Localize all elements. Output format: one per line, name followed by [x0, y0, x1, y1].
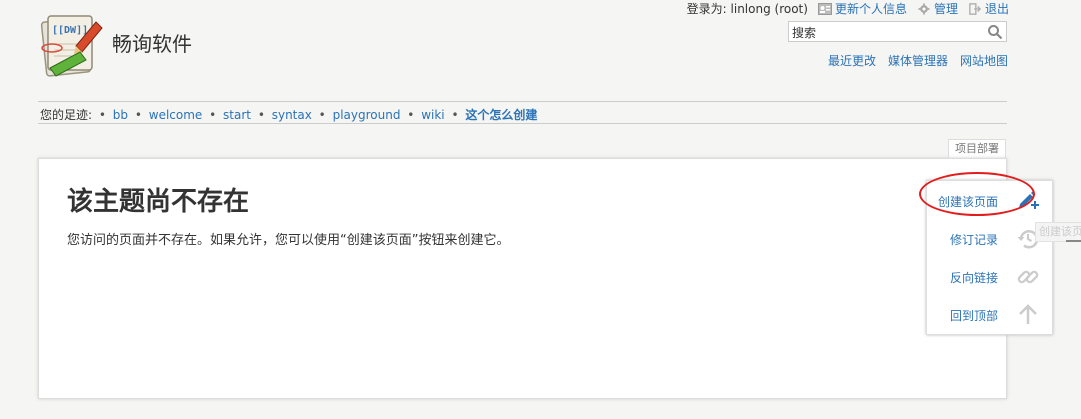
page-id-tab: 项目部署 [948, 139, 1006, 158]
user-tools: 登录为: linlong (root) 更新个人信息 管理 退出 [687, 0, 1009, 17]
update-profile-label: 更新个人信息 [834, 2, 907, 16]
sitemap-link[interactable]: 网站地图 [960, 52, 1008, 69]
back-to-top-button[interactable]: 回到顶部 [927, 297, 1054, 333]
breadcrumb-item-current[interactable]: 这个怎么创建 [465, 108, 537, 122]
page-content: 该主题尚不存在 您访问的页面并不存在。如果允许，您可以使用“创建该页面”按钮来创… [38, 158, 1007, 399]
page-tools: 创建该页面 修订记录 反向链接 回到顶部 [926, 180, 1053, 335]
breadcrumb-item-start[interactable]: start [223, 108, 251, 122]
page-not-exist-message: 您访问的页面并不存在。如果允许，您可以使用“创建该页面”按钮来创建它。 [67, 233, 510, 248]
tooltip-edge [1066, 240, 1081, 242]
breadcrumb-separator: • [407, 108, 415, 122]
page-title: 该主题尚不存在 [67, 187, 250, 217]
breadcrumb-separator: • [451, 108, 459, 122]
breadcrumb: 您的足迹: • bb • welcome • start • syntax • … [40, 106, 537, 123]
logo-text: [[DW]] [52, 25, 88, 36]
breadcrumb-label: 您的足迹: [40, 108, 93, 122]
arrow-up-icon [1019, 304, 1037, 324]
logout-label: 退出 [984, 2, 1009, 16]
site-title[interactable]: 畅询软件 [112, 28, 192, 57]
breadcrumb-item-wiki[interactable]: wiki [421, 108, 444, 122]
breadcrumb-item-syntax[interactable]: syntax [272, 108, 312, 122]
search-form [788, 21, 1007, 43]
breadcrumb-item-bb[interactable]: bb [113, 108, 128, 122]
dokuwiki-page: [[DW]] 畅询软件 登录为: linlong (root) 更新个人信息 管… [0, 0, 1081, 419]
breadcrumb-separator: • [318, 108, 326, 122]
search-icon[interactable] [987, 24, 1003, 40]
login-status: 登录为: linlong (root) [686, 2, 808, 16]
logout-link[interactable]: 退出 [968, 0, 1009, 17]
tooltip: 创建该页面 [1035, 222, 1081, 242]
create-page-icon [1019, 191, 1039, 209]
breadcrumb-separator: • [134, 108, 142, 122]
breadcrumb-item-welcome[interactable]: welcome [149, 108, 203, 122]
header-divider-top [38, 101, 1007, 102]
admin-label: 管理 [933, 2, 958, 16]
admin-link[interactable]: 管理 [917, 0, 958, 17]
breadcrumb-separator: • [257, 108, 265, 122]
breadcrumb-item-playground[interactable]: playground [333, 108, 401, 122]
revisions-label: 修订记录 [949, 232, 998, 247]
site-tools: 最近更改 媒体管理器 网站地图 [828, 52, 1008, 69]
gear-icon [918, 2, 930, 15]
backlinks-button[interactable]: 反向链接 [927, 259, 1054, 295]
backlinks-label: 反向链接 [949, 270, 998, 285]
dokuwiki-logo-icon: [[DW]] [40, 15, 103, 77]
media-manager-link[interactable]: 媒体管理器 [888, 52, 948, 69]
update-profile-link[interactable]: 更新个人信息 [817, 0, 907, 17]
header-divider-bottom [38, 123, 1007, 124]
logout-icon [969, 2, 982, 15]
recent-changes-link[interactable]: 最近更改 [828, 52, 876, 69]
user-card-icon [817, 2, 832, 15]
link-icon [1017, 270, 1039, 284]
search-input[interactable] [789, 23, 985, 43]
create-page-label: 创建该页面 [937, 194, 998, 209]
create-page-button[interactable]: 创建该页面 [927, 183, 1054, 219]
site-logo[interactable]: [[DW]] [36, 12, 104, 80]
breadcrumb-separator: • [98, 108, 106, 122]
back-to-top-label: 回到顶部 [949, 308, 998, 323]
breadcrumb-separator: • [209, 108, 217, 122]
